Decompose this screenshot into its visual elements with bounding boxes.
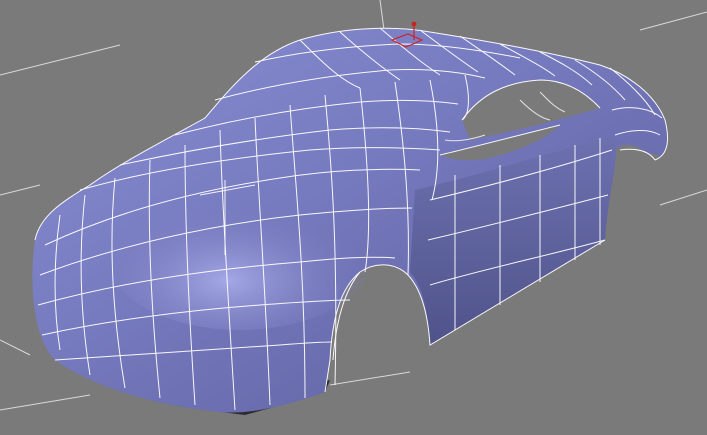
car-body-mesh[interactable]: [32, 27, 668, 415]
3d-viewport[interactable]: [0, 0, 707, 435]
viewport-canvas[interactable]: [0, 0, 707, 435]
rear-wheel-arch: [640, 153, 668, 191]
